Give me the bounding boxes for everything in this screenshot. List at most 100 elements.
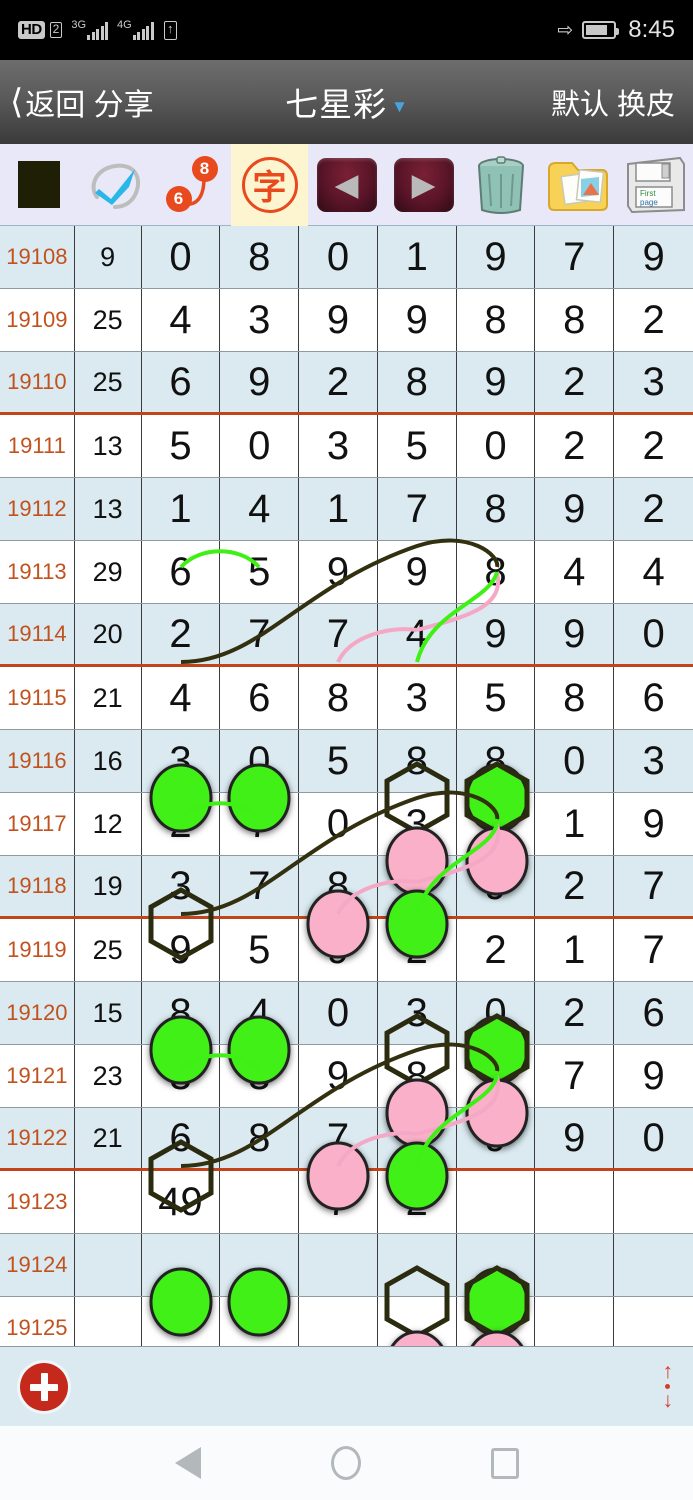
table-row[interactable]: 19121 23 3 3 9 8 4 7 9: [0, 1045, 693, 1108]
row-digit-1[interactable]: 5: [142, 415, 221, 477]
row-digit-3[interactable]: [299, 1234, 378, 1296]
row-digit-6[interactable]: 1: [535, 919, 615, 981]
row-digit-2[interactable]: [220, 1171, 300, 1233]
table-row[interactable]: 19111 13 5 0 3 5 0 2 2: [0, 415, 693, 478]
row-digit-1[interactable]: 8: [142, 982, 221, 1044]
table-row[interactable]: 19120 15 8 4 0 3 0 2 6: [0, 982, 693, 1045]
row-digit-4[interactable]: 8: [378, 730, 457, 792]
row-digit-6[interactable]: 9: [535, 1108, 615, 1168]
row-digit-5[interactable]: 9: [457, 1108, 536, 1168]
row-digit-4[interactable]: 9: [378, 541, 457, 603]
row-digit-2[interactable]: [220, 1234, 300, 1296]
row-digit-3[interactable]: 2: [299, 352, 378, 412]
theme-switch-button[interactable]: 默认 换皮: [551, 81, 693, 123]
row-digit-3[interactable]: 9: [299, 541, 378, 603]
row-digit-6[interactable]: 0: [535, 730, 615, 792]
number-link-button[interactable]: 6 8: [154, 144, 231, 226]
row-digit-3[interactable]: 7: [299, 1171, 378, 1233]
row-digit-7[interactable]: 9: [614, 226, 693, 288]
row-digit-1[interactable]: 4: [142, 289, 221, 351]
row-digit-2[interactable]: 3: [220, 289, 300, 351]
row-digit-4[interactable]: 3: [378, 982, 457, 1044]
row-digit-4[interactable]: 0: [378, 1108, 457, 1168]
row-digit-5[interactable]: 0: [457, 982, 536, 1044]
row-digit-3[interactable]: 5: [299, 730, 378, 792]
row-digit-6[interactable]: 7: [535, 1045, 615, 1107]
row-digit-5[interactable]: 9: [457, 352, 536, 412]
row-digit-7[interactable]: [614, 1234, 693, 1296]
row-digit-6[interactable]: 2: [535, 415, 615, 477]
row-digit-4[interactable]: 8: [378, 352, 457, 412]
row-digit-2[interactable]: 7: [220, 856, 300, 916]
row-digit-4[interactable]: 4: [378, 604, 457, 664]
row-digit-5[interactable]: 8: [457, 478, 536, 540]
save-button[interactable]: First page: [616, 144, 693, 226]
row-digit-3[interactable]: 8: [299, 667, 378, 729]
row-digit-5[interactable]: 7: [457, 793, 536, 855]
row-digit-4[interactable]: 8: [378, 1045, 457, 1107]
row-digit-7[interactable]: 6: [614, 667, 693, 729]
color-swatch-button[interactable]: [0, 144, 77, 226]
row-digit-1[interactable]: 9: [142, 919, 221, 981]
row-digit-6[interactable]: [535, 1171, 615, 1233]
row-digit-3[interactable]: 9: [299, 919, 378, 981]
table-row[interactable]: 19112 13 1 4 1 7 8 9 2: [0, 478, 693, 541]
table-row[interactable]: 19116 16 3 0 5 8 8 0 3: [0, 730, 693, 793]
row-digit-5[interactable]: 8: [457, 730, 536, 792]
row-digit-2[interactable]: 7: [220, 793, 300, 855]
plus-circle-icon[interactable]: [20, 1362, 68, 1411]
results-table[interactable]: 19108 9 0 8 0 1 9 7 9 19109 25 4 3 9 9 8 8 2 19110 25 6 9 2 8 9 2…: [0, 226, 693, 1360]
trash-button[interactable]: [462, 144, 539, 226]
check-lasso-button[interactable]: [77, 144, 154, 226]
row-digit-1[interactable]: 0: [142, 226, 221, 288]
row-digit-2[interactable]: 0: [220, 415, 300, 477]
row-digit-4[interactable]: 7: [378, 478, 457, 540]
row-digit-2[interactable]: 5: [220, 541, 300, 603]
row-digit-3[interactable]: 0: [299, 793, 378, 855]
row-digit-2[interactable]: 4: [220, 982, 300, 1044]
nav-recents-icon[interactable]: [490, 1447, 519, 1479]
scroll-updown-icon[interactable]: ↑ ↓: [663, 1361, 674, 1411]
row-digit-5[interactable]: 5: [457, 667, 536, 729]
table-row[interactable]: 19118 19 3 7 8 1 9 2 7: [0, 856, 693, 919]
row-digit-6[interactable]: 7: [535, 226, 615, 288]
row-digit-7[interactable]: 7: [614, 856, 693, 916]
row-digit-4[interactable]: 3: [378, 793, 457, 855]
table-row[interactable]: 19115 21 4 6 8 3 5 8 6: [0, 667, 693, 730]
table-row[interactable]: 19113 29 6 5 9 9 8 4 4: [0, 541, 693, 604]
row-digit-4[interactable]: 3: [378, 667, 457, 729]
row-digit-6[interactable]: 8: [535, 289, 615, 351]
row-digit-1[interactable]: 6: [142, 1108, 221, 1168]
table-row[interactable]: 19108 9 0 8 0 1 9 7 9: [0, 226, 693, 289]
text-stamp-button[interactable]: 字: [231, 143, 308, 226]
row-digit-3[interactable]: 8: [299, 856, 378, 916]
row-digit-7[interactable]: 0: [614, 604, 693, 664]
row-digit-3[interactable]: 7: [299, 1108, 378, 1168]
row-digit-2[interactable]: 4: [220, 478, 300, 540]
row-digit-1[interactable]: 49: [142, 1171, 221, 1233]
row-digit-2[interactable]: 7: [220, 604, 300, 664]
row-digit-1[interactable]: 6: [142, 352, 221, 412]
row-digit-3[interactable]: 9: [299, 1045, 378, 1107]
table-row[interactable]: 19109 25 4 3 9 9 8 8 2: [0, 289, 693, 352]
row-digit-1[interactable]: 3: [142, 730, 221, 792]
row-digit-4[interactable]: 2: [378, 1171, 457, 1233]
row-digit-7[interactable]: 0: [614, 1108, 693, 1168]
row-digit-6[interactable]: 8: [535, 667, 615, 729]
table-row[interactable]: 19119 25 9 5 9 2 2 1 7: [0, 919, 693, 982]
row-digit-5[interactable]: [457, 1171, 536, 1233]
table-row[interactable]: 19114 20 2 7 7 4 9 9 0: [0, 604, 693, 667]
row-digit-1[interactable]: 2: [142, 793, 221, 855]
next-button[interactable]: ▶: [385, 144, 462, 226]
row-digit-2[interactable]: 9: [220, 352, 300, 412]
row-digit-1[interactable]: 2: [142, 604, 221, 664]
row-digit-1[interactable]: 1: [142, 478, 221, 540]
row-digit-2[interactable]: 5: [220, 919, 300, 981]
table-row[interactable]: 19110 25 6 9 2 8 9 2 3: [0, 352, 693, 415]
table-row[interactable]: 19123 49 7 2: [0, 1171, 693, 1234]
row-digit-6[interactable]: 2: [535, 352, 615, 412]
row-digit-6[interactable]: [535, 1234, 615, 1296]
row-digit-4[interactable]: 1: [378, 226, 457, 288]
row-digit-7[interactable]: 2: [614, 478, 693, 540]
row-digit-7[interactable]: 4: [614, 541, 693, 603]
